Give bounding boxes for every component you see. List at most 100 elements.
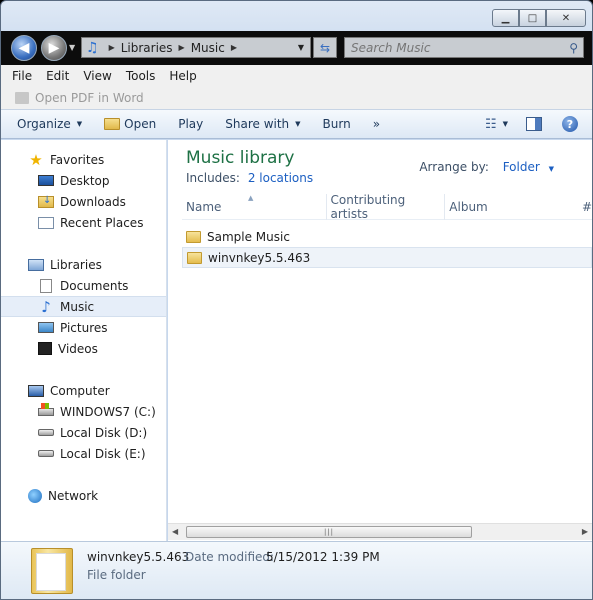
details-item-name: winvnkey5.5.463 xyxy=(87,550,190,564)
organize-button[interactable]: Organize ▼ xyxy=(17,117,82,131)
library-includes: Includes: 2 locations xyxy=(186,171,313,185)
forward-arrow-icon: ▶ xyxy=(48,40,60,56)
arrange-by-value[interactable]: Folder xyxy=(503,160,540,174)
nav-drive-e[interactable]: Local Disk (E:) xyxy=(1,443,166,464)
view-controls: ☷ ▼ ? xyxy=(485,116,578,132)
refresh-icon: ⇆ xyxy=(319,40,331,55)
menu-view[interactable]: View xyxy=(83,69,111,83)
refresh-button[interactable]: ⇆ xyxy=(313,37,337,58)
menu-edit[interactable]: Edit xyxy=(46,69,69,83)
hard-drive-icon xyxy=(38,429,54,436)
share-with-button[interactable]: Share with ▼ xyxy=(225,117,300,131)
menu-bar: File Edit View Tools Help xyxy=(1,65,592,87)
explorer-window: ▁ □ ✕ ◀ ▶ ▼ ♫ ▶ Libraries ▶ Music ▶ ▼ ⇆ … xyxy=(0,0,593,600)
nav-drive-d-label: Local Disk (D:) xyxy=(60,425,148,440)
list-item-selected[interactable]: winvnkey5.5.463 xyxy=(182,247,592,268)
open-pdf-in-word-button[interactable]: Open PDF in Word xyxy=(35,91,144,105)
documents-icon xyxy=(40,278,52,293)
chevron-right-icon[interactable]: ▶ xyxy=(231,43,237,52)
column-header-name[interactable]: ▲ Name xyxy=(182,194,327,220)
open-button[interactable]: Open xyxy=(104,117,156,131)
breadcrumb-libraries[interactable]: Libraries xyxy=(121,41,173,55)
help-icon[interactable]: ? xyxy=(562,116,578,132)
magnifier-icon[interactable]: ⚲ xyxy=(569,41,578,55)
column-header-track-number[interactable]: # xyxy=(574,194,592,220)
open-label: Open xyxy=(124,117,157,131)
music-note-icon: ♪ xyxy=(41,297,51,316)
nav-network[interactable]: Network xyxy=(1,485,166,506)
minimize-button[interactable]: ▁ xyxy=(492,9,519,27)
network-icon xyxy=(28,488,42,503)
details-item-type: File folder xyxy=(87,568,146,582)
command-bar: Organize ▼ Open Play Share with ▼ Burn »… xyxy=(1,109,592,139)
nav-music[interactable]: ♪ Music xyxy=(1,296,166,317)
system-drive-icon xyxy=(38,402,54,416)
scroll-left-icon[interactable]: ◀ xyxy=(172,527,178,536)
menu-tools[interactable]: Tools xyxy=(126,69,156,83)
breadcrumb-music[interactable]: Music xyxy=(191,41,225,55)
list-item[interactable]: Sample Music xyxy=(182,226,290,247)
address-dropdown-icon[interactable]: ▼ xyxy=(298,43,304,52)
nav-drive-c[interactable]: WINDOWS7 (C:) xyxy=(1,401,166,422)
music-note-icon: ♫ xyxy=(86,39,99,56)
chevron-right-icon[interactable]: ▶ xyxy=(179,43,185,52)
recent-places-icon xyxy=(38,216,54,229)
play-label: Play xyxy=(178,117,204,131)
preview-pane-icon[interactable] xyxy=(526,117,542,131)
more-commands-button[interactable]: » xyxy=(373,117,380,131)
sort-ascending-icon: ▲ xyxy=(248,194,254,202)
search-input[interactable] xyxy=(351,40,551,55)
view-options-icon[interactable]: ☷ xyxy=(485,117,497,132)
scroll-right-icon[interactable]: ▶ xyxy=(582,527,588,536)
menu-help[interactable]: Help xyxy=(169,69,196,83)
folder-thumbnail-icon xyxy=(31,548,73,594)
nav-documents-label: Documents xyxy=(60,278,129,293)
nav-recent-places-label: Recent Places xyxy=(60,215,144,230)
menu-file[interactable]: File xyxy=(12,69,32,83)
forward-button[interactable]: ▶ xyxy=(41,35,67,61)
nav-videos-label: Videos xyxy=(58,341,98,356)
maximize-button[interactable]: □ xyxy=(519,9,546,27)
window-caption-buttons: ▁ □ ✕ xyxy=(492,9,586,27)
library-title: Music library xyxy=(186,148,295,168)
chevron-down-icon[interactable]: ▼ xyxy=(549,165,554,173)
nav-favorites[interactable]: ★ Favorites xyxy=(1,149,166,170)
search-box[interactable]: ⚲ xyxy=(344,37,584,58)
nav-documents[interactable]: Documents xyxy=(1,275,166,296)
back-button[interactable]: ◀ xyxy=(11,35,37,61)
column-headers: ▲ Name Contributing artists Album # xyxy=(182,193,592,221)
nav-desktop[interactable]: Desktop xyxy=(1,170,166,191)
nav-videos[interactable]: Videos xyxy=(1,338,166,359)
navigation-pane: ★ Favorites Desktop Downloads Recent Pla… xyxy=(1,140,167,541)
burn-label: Burn xyxy=(322,117,351,131)
horizontal-scrollbar[interactable]: ◀ ||| ▶ xyxy=(168,523,592,540)
nav-pictures[interactable]: Pictures xyxy=(1,317,166,338)
downloads-folder-icon xyxy=(38,195,54,208)
chevron-down-icon[interactable]: ▼ xyxy=(503,120,508,128)
nav-network-label: Network xyxy=(48,488,99,503)
nav-libraries-label: Libraries xyxy=(50,257,102,272)
nav-drive-d[interactable]: Local Disk (D:) xyxy=(1,422,166,443)
item-name: Sample Music xyxy=(207,229,290,244)
nav-drive-e-label: Local Disk (E:) xyxy=(60,446,146,461)
chevron-down-icon: ▼ xyxy=(295,120,301,128)
includes-label: Includes: xyxy=(186,171,240,185)
nav-libraries[interactable]: Libraries xyxy=(1,254,166,275)
column-header-album[interactable]: Album xyxy=(445,194,574,220)
play-button[interactable]: Play xyxy=(178,117,203,131)
chevron-right-icon[interactable]: ▶ xyxy=(109,43,115,52)
recent-pages-dropdown-icon[interactable]: ▼ xyxy=(69,43,75,52)
star-icon: ★ xyxy=(29,150,43,169)
scrollbar-thumb[interactable]: ||| xyxy=(186,526,472,538)
close-button[interactable]: ✕ xyxy=(546,9,586,27)
address-bar[interactable]: ♫ ▶ Libraries ▶ Music ▶ ▼ xyxy=(81,37,311,58)
nav-recent-places[interactable]: Recent Places xyxy=(1,212,166,233)
nav-computer[interactable]: Computer xyxy=(1,380,166,401)
column-header-artists[interactable]: Contributing artists xyxy=(327,193,446,221)
burn-button[interactable]: Burn xyxy=(323,117,351,131)
nav-downloads[interactable]: Downloads xyxy=(1,191,166,212)
item-name: winvnkey5.5.463 xyxy=(208,250,311,265)
folder-open-icon xyxy=(104,118,121,130)
organize-label: Organize xyxy=(17,117,71,131)
locations-link[interactable]: 2 locations xyxy=(248,171,313,185)
